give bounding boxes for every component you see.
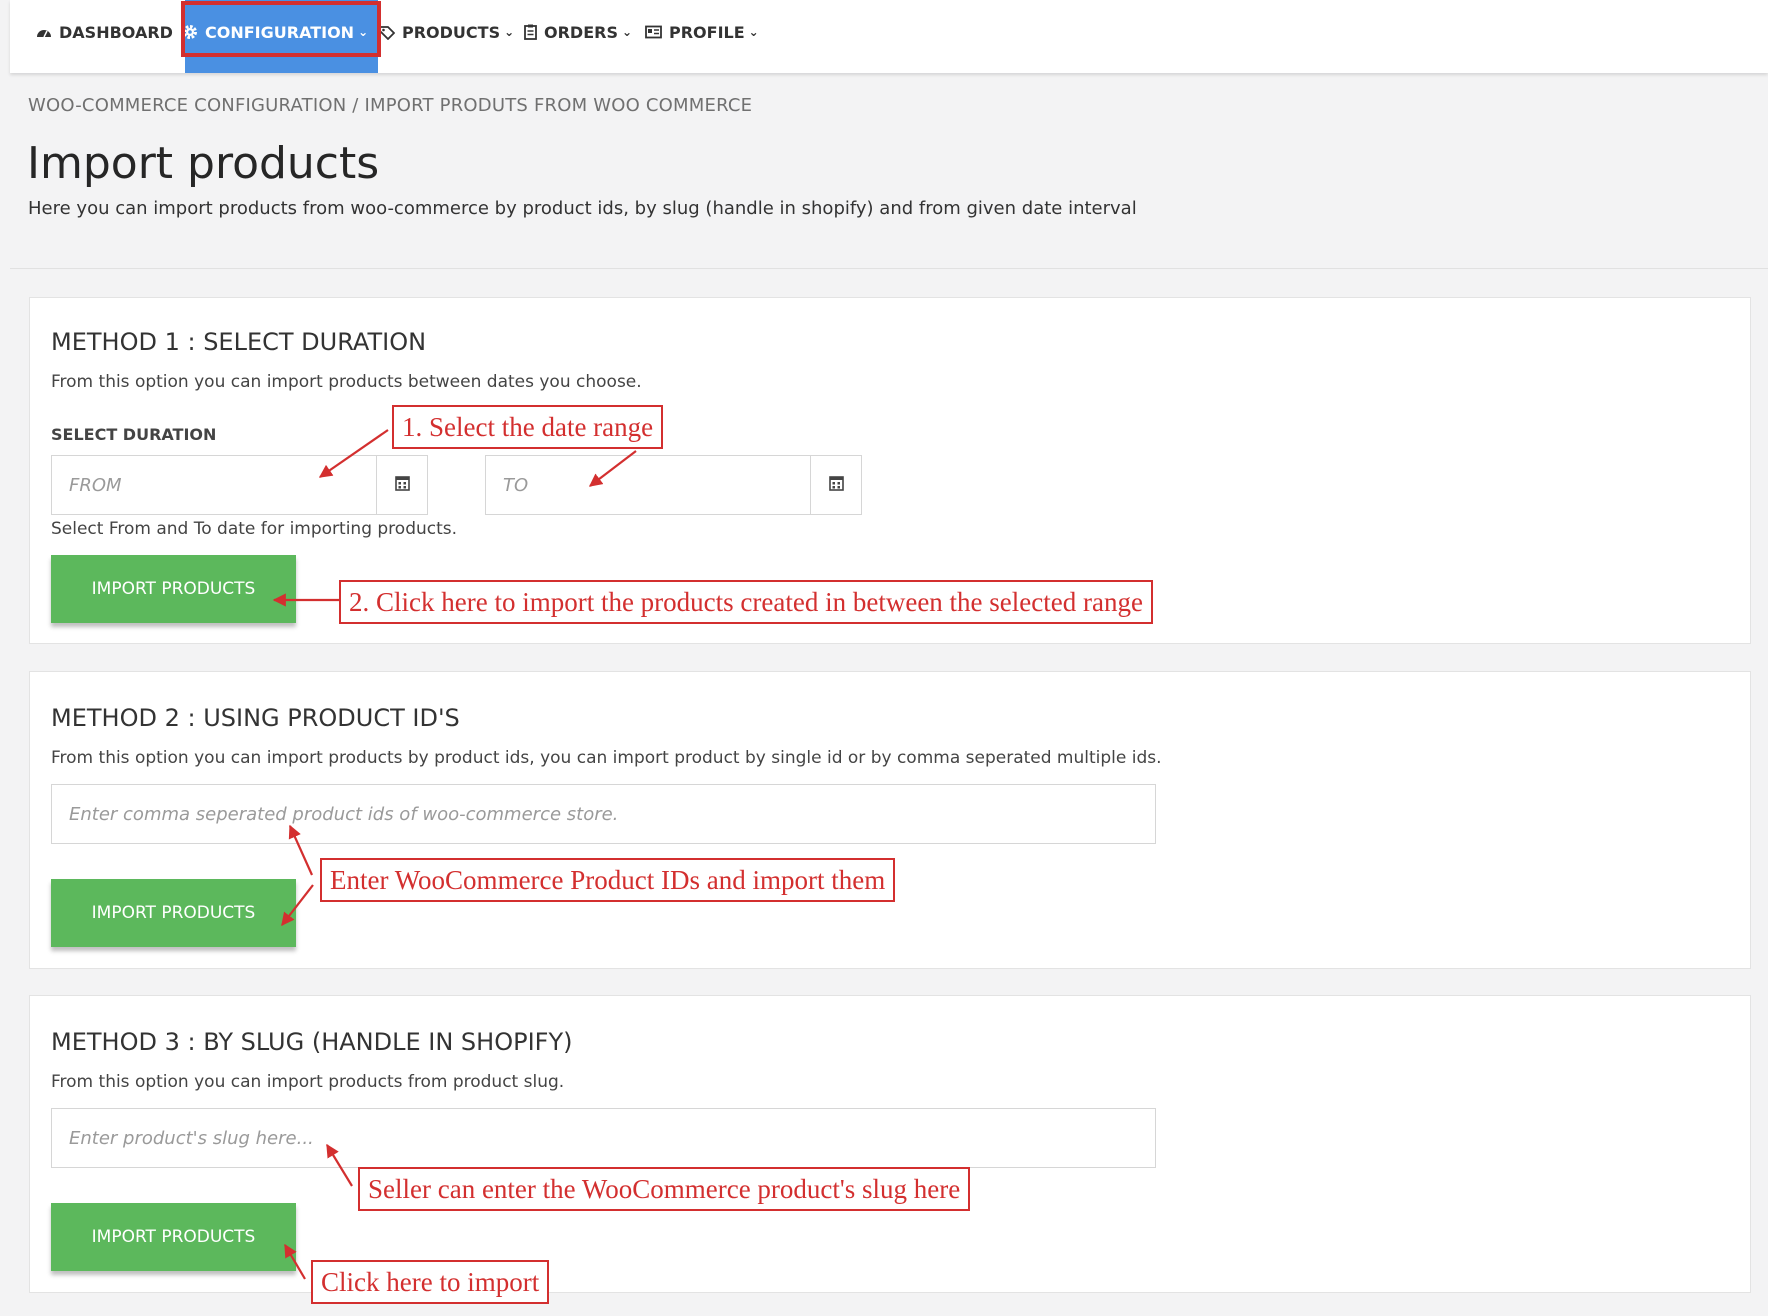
from-date-input[interactable]: FROM bbox=[51, 455, 377, 515]
chevron-down-icon: ⌄ bbox=[504, 25, 515, 39]
annotation-highlight-box bbox=[181, 1, 381, 57]
import-by-date-button[interactable]: IMPORT PRODUCTS bbox=[51, 555, 296, 623]
method2-card: METHOD 2 : USING PRODUCT ID'S From this … bbox=[29, 671, 1751, 969]
method3-description: From this option you can import products… bbox=[51, 1072, 565, 1092]
to-date-input[interactable]: TO bbox=[485, 455, 811, 515]
header-divider bbox=[10, 268, 1768, 269]
calendar-icon bbox=[828, 475, 844, 495]
to-calendar-button[interactable] bbox=[810, 455, 862, 515]
method2-title: METHOD 2 : USING PRODUCT ID'S bbox=[51, 704, 460, 732]
import-by-slug-button[interactable]: IMPORT PRODUCTS bbox=[51, 1203, 296, 1271]
clipboard-icon bbox=[524, 24, 537, 40]
product-ids-input[interactable]: Enter comma seperated product ids of woo… bbox=[51, 784, 1156, 844]
method1-title: METHOD 1 : SELECT DURATION bbox=[51, 328, 427, 356]
nav-item-orders[interactable]: ORDERS ⌄ bbox=[524, 0, 632, 64]
annotation-enter-ids: Enter WooCommerce Product IDs and import… bbox=[320, 858, 896, 902]
product-slug-input[interactable]: Enter product's slug here... bbox=[51, 1108, 1156, 1168]
tag-icon bbox=[379, 25, 395, 40]
annotation-enter-slug: Seller can enter the WooCommerce product… bbox=[358, 1167, 971, 1211]
nav-label: DASHBOARD bbox=[59, 22, 173, 42]
chevron-down-icon: ⌄ bbox=[748, 25, 759, 39]
top-navbar: DASHBOARD CONFIGURATION ⌄ PRODUCTS ⌄ ORD… bbox=[10, 0, 1768, 73]
date-help-text: Select From and To date for importing pr… bbox=[51, 519, 458, 539]
id-card-icon bbox=[645, 25, 662, 39]
select-duration-label: SELECT DURATION bbox=[51, 425, 217, 444]
page-title: Import products bbox=[27, 138, 380, 189]
from-calendar-button[interactable] bbox=[376, 455, 428, 515]
annotation-click-import: Click here to import bbox=[311, 1260, 550, 1304]
calendar-icon bbox=[394, 475, 410, 495]
nav-item-products[interactable]: PRODUCTS ⌄ bbox=[379, 0, 514, 64]
page-subtitle: Here you can import products from woo-co… bbox=[28, 198, 1137, 219]
nav-label: PROFILE bbox=[669, 22, 745, 42]
nav-label: PRODUCTS bbox=[402, 22, 501, 42]
dashboard-icon bbox=[36, 25, 52, 39]
nav-label: ORDERS bbox=[544, 22, 618, 42]
method3-title: METHOD 3 : BY SLUG (HANDLE IN SHOPIFY) bbox=[51, 1028, 573, 1056]
method1-description: From this option you can import products… bbox=[51, 372, 642, 392]
annotation-select-date: 1. Select the date range bbox=[392, 405, 664, 449]
annotation-import-range: 2. Click here to import the products cre… bbox=[339, 580, 1153, 624]
chevron-down-icon: ⌄ bbox=[621, 25, 633, 39]
breadcrumb: WOO-COMMERCE CONFIGURATION / IMPORT PROD… bbox=[28, 95, 753, 116]
method3-card: METHOD 3 : BY SLUG (HANDLE IN SHOPIFY) F… bbox=[29, 995, 1751, 1293]
import-by-ids-button[interactable]: IMPORT PRODUCTS bbox=[51, 879, 296, 947]
method2-description: From this option you can import products… bbox=[51, 748, 1162, 768]
nav-item-profile[interactable]: PROFILE ⌄ bbox=[645, 0, 759, 64]
nav-item-dashboard[interactable]: DASHBOARD bbox=[36, 0, 173, 64]
